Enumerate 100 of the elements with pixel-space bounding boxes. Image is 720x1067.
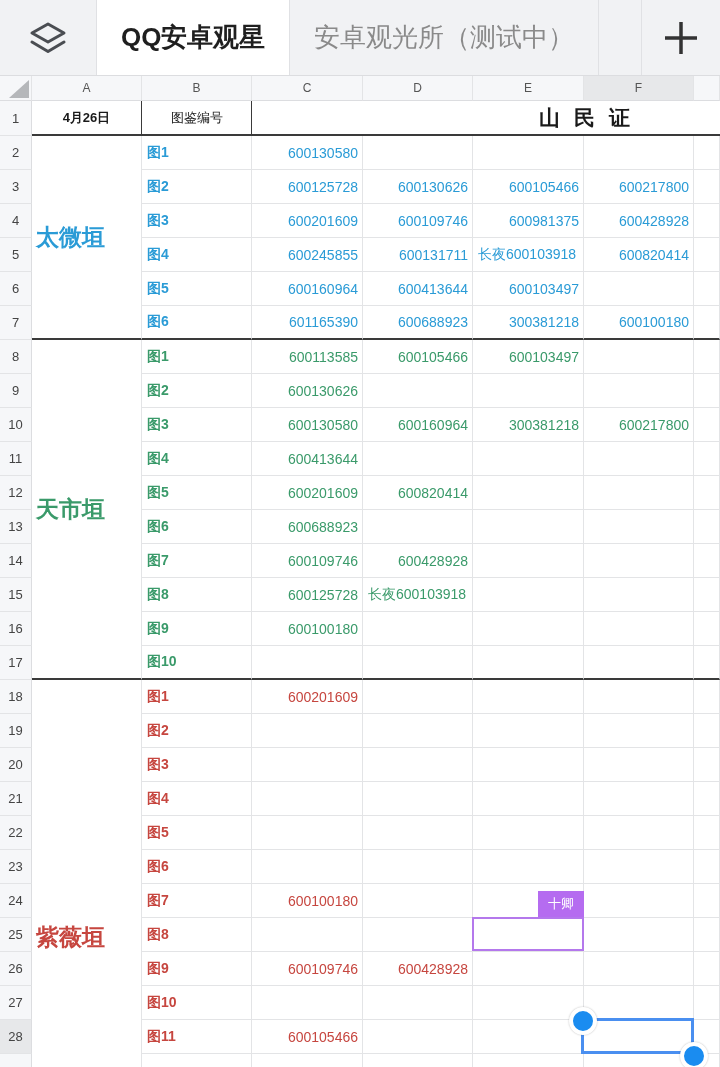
item-label: 图6	[147, 313, 169, 331]
date-text: 4月26日	[62, 108, 111, 127]
item-label: 图4	[147, 449, 169, 468]
stock-code: 600105466	[397, 348, 468, 365]
empty-cell	[694, 442, 720, 476]
row-header[interactable]: 25	[0, 918, 32, 952]
row-header[interactable]: 23	[0, 850, 32, 884]
group-label: 天市垣	[36, 494, 105, 524]
row-header[interactable]: 10	[0, 408, 32, 442]
row-header[interactable]: 4	[0, 204, 32, 238]
row-header[interactable]: 12	[0, 476, 32, 510]
row-header[interactable]: 19	[0, 714, 32, 748]
item-label: 图8	[147, 585, 169, 604]
item-label: 图3	[147, 755, 169, 774]
empty-cell	[694, 136, 720, 170]
row-header[interactable]: 20	[0, 748, 32, 782]
stock-code: 600413644	[287, 450, 358, 467]
item-label: 图4	[147, 789, 169, 808]
selection-handle[interactable]	[569, 1007, 597, 1035]
item-label: 图7	[147, 551, 169, 570]
item-label: 图10	[147, 653, 177, 671]
column-header[interactable]: C	[252, 76, 363, 101]
stock-code: 600113585	[288, 348, 358, 365]
header-text: 图鉴编号	[170, 108, 223, 127]
stock-code: 300381218	[508, 416, 579, 433]
row-header[interactable]: 6	[0, 272, 32, 306]
stock-code: 600428928	[618, 212, 689, 229]
empty-cell	[694, 510, 720, 544]
stock-code: 600130626	[287, 382, 358, 399]
row-header[interactable]: 22	[0, 816, 32, 850]
row-header[interactable]: 27	[0, 986, 32, 1020]
empty-cell	[694, 476, 720, 510]
row-header[interactable]: 15	[0, 578, 32, 612]
stock-code: 600125728	[287, 586, 358, 603]
column-header[interactable]: E	[473, 76, 584, 101]
row-header[interactable]: 2	[0, 136, 32, 170]
empty-cell	[694, 748, 720, 782]
item-label: 图10	[147, 993, 177, 1012]
stock-code: 600130626	[397, 178, 468, 195]
stock-code: 600413644	[397, 280, 468, 297]
item-label: 图3	[147, 415, 169, 434]
stock-code: 600820414	[618, 246, 689, 263]
selection-handle[interactable]	[680, 1042, 708, 1067]
stock-code: 600981375	[508, 212, 579, 229]
layers-icon	[28, 20, 68, 55]
row-header[interactable]: 17	[0, 646, 32, 680]
stock-code: 600201609	[287, 212, 358, 229]
stock-code: 600105466	[508, 178, 579, 195]
stock-code: 600217800	[618, 178, 689, 195]
stock-code: 600245855	[287, 246, 358, 263]
stock-code: 600130580	[287, 416, 358, 433]
empty-cell	[694, 340, 720, 374]
row-header[interactable]: 5	[0, 238, 32, 272]
item-label: 图5	[147, 483, 169, 502]
column-header[interactable]: F	[584, 76, 694, 101]
stock-code: 600217800	[618, 416, 689, 433]
row-header[interactable]: 13	[0, 510, 32, 544]
empty-cell	[694, 816, 720, 850]
empty-cell	[694, 714, 720, 748]
sheet-tab[interactable]: QQ安卓观星	[97, 0, 291, 75]
item-label: 图4	[147, 245, 169, 264]
empty-cell	[694, 272, 720, 306]
stock-code: 600109746	[287, 552, 358, 569]
item-label: 图5	[147, 279, 169, 298]
row-header[interactable]: 21	[0, 782, 32, 816]
row-header[interactable]: 7	[0, 306, 32, 340]
stock-code: 600820414	[397, 484, 468, 501]
row-header[interactable]: 3	[0, 170, 32, 204]
column-header[interactable]: A	[32, 76, 142, 101]
row-header[interactable]: 8	[0, 340, 32, 374]
item-label: 图1	[147, 687, 169, 706]
plus-icon	[664, 20, 698, 55]
row-header[interactable]: 28	[0, 1020, 32, 1054]
empty-cell	[694, 850, 720, 884]
empty-cell	[694, 884, 720, 918]
row-header[interactable]: 1	[0, 101, 32, 136]
stock-code: 300381218	[508, 314, 579, 330]
stock-code: 600130580	[287, 144, 358, 161]
item-label: 图1	[147, 143, 169, 162]
item-label: 图11	[147, 1027, 176, 1046]
column-header[interactable]: B	[142, 76, 252, 101]
empty-cell	[694, 612, 720, 646]
row-header[interactable]: 11	[0, 442, 32, 476]
item-label: 图9	[147, 959, 169, 978]
stock-code: 600160964	[287, 280, 358, 297]
row-header[interactable]: 9	[0, 374, 32, 408]
item-label: 图2	[147, 721, 169, 740]
row-header[interactable]: 18	[0, 680, 32, 714]
item-label: 图9	[147, 619, 169, 638]
stock-code: 600109746	[397, 212, 468, 229]
stock-code: 600688923	[287, 518, 358, 535]
empty-cell	[694, 986, 720, 1020]
row-header[interactable]: 16	[0, 612, 32, 646]
row-header[interactable]: 24	[0, 884, 32, 918]
corner-triangle-icon[interactable]	[9, 80, 29, 98]
empty-cell	[694, 782, 720, 816]
column-header[interactable]: D	[363, 76, 473, 101]
row-header[interactable]: 26	[0, 952, 32, 986]
empty-cell	[694, 646, 720, 680]
row-header[interactable]: 14	[0, 544, 32, 578]
